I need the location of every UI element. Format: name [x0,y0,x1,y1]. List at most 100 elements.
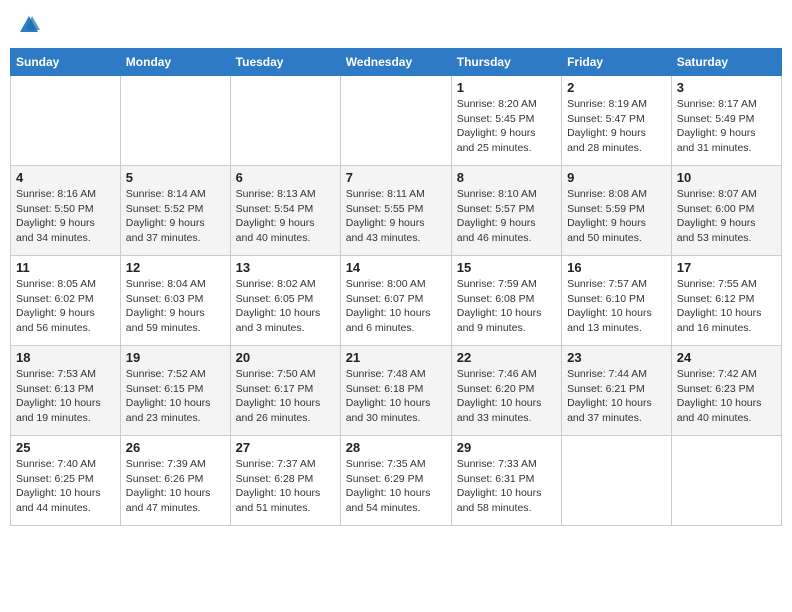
cell-info: Sunrise: 7:42 AM Sunset: 6:23 PM Dayligh… [677,367,776,426]
cell-info: Sunrise: 8:00 AM Sunset: 6:07 PM Dayligh… [346,277,446,336]
calendar-cell: 7 Sunrise: 8:11 AM Sunset: 5:55 PM Daylig… [340,166,451,256]
calendar-cell: 2 Sunrise: 8:19 AM Sunset: 5:47 PM Daylig… [562,76,672,166]
calendar-cell: 11 Sunrise: 8:05 AM Sunset: 6:02 PM Dayli… [11,256,121,346]
calendar-cell [340,76,451,166]
cell-date: 27 [236,440,335,455]
calendar-week-2: 4 Sunrise: 8:16 AM Sunset: 5:50 PM Daylig… [11,166,782,256]
calendar-cell: 23 Sunrise: 7:44 AM Sunset: 6:21 PM Dayli… [562,346,672,436]
cell-date: 4 [16,170,115,185]
calendar-cell: 8 Sunrise: 8:10 AM Sunset: 5:57 PM Daylig… [451,166,561,256]
cell-date: 2 [567,80,666,95]
calendar-cell: 19 Sunrise: 7:52 AM Sunset: 6:15 PM Dayli… [120,346,230,436]
calendar-cell: 4 Sunrise: 8:16 AM Sunset: 5:50 PM Daylig… [11,166,121,256]
cell-info: Sunrise: 7:59 AM Sunset: 6:08 PM Dayligh… [457,277,556,336]
calendar-cell [671,436,781,526]
calendar-cell: 3 Sunrise: 8:17 AM Sunset: 5:49 PM Daylig… [671,76,781,166]
calendar-cell: 26 Sunrise: 7:39 AM Sunset: 6:26 PM Dayli… [120,436,230,526]
cell-info: Sunrise: 8:11 AM Sunset: 5:55 PM Dayligh… [346,187,446,246]
cell-info: Sunrise: 8:14 AM Sunset: 5:52 PM Dayligh… [126,187,225,246]
cell-info: Sunrise: 8:02 AM Sunset: 6:05 PM Dayligh… [236,277,335,336]
column-header-saturday: Saturday [671,49,781,76]
cell-info: Sunrise: 7:55 AM Sunset: 6:12 PM Dayligh… [677,277,776,336]
cell-date: 25 [16,440,115,455]
cell-info: Sunrise: 7:39 AM Sunset: 6:26 PM Dayligh… [126,457,225,516]
cell-date: 16 [567,260,666,275]
calendar-week-5: 25 Sunrise: 7:40 AM Sunset: 6:25 PM Dayli… [11,436,782,526]
cell-info: Sunrise: 7:46 AM Sunset: 6:20 PM Dayligh… [457,367,556,426]
cell-info: Sunrise: 7:33 AM Sunset: 6:31 PM Dayligh… [457,457,556,516]
cell-info: Sunrise: 7:48 AM Sunset: 6:18 PM Dayligh… [346,367,446,426]
cell-info: Sunrise: 8:16 AM Sunset: 5:50 PM Dayligh… [16,187,115,246]
column-header-monday: Monday [120,49,230,76]
calendar-table: SundayMondayTuesdayWednesdayThursdayFrid… [10,48,782,526]
calendar-cell [11,76,121,166]
cell-date: 7 [346,170,446,185]
cell-info: Sunrise: 7:57 AM Sunset: 6:10 PM Dayligh… [567,277,666,336]
calendar-cell: 22 Sunrise: 7:46 AM Sunset: 6:20 PM Dayli… [451,346,561,436]
calendar-week-4: 18 Sunrise: 7:53 AM Sunset: 6:13 PM Dayli… [11,346,782,436]
cell-date: 23 [567,350,666,365]
calendar-cell [120,76,230,166]
cell-info: Sunrise: 8:19 AM Sunset: 5:47 PM Dayligh… [567,97,666,156]
cell-info: Sunrise: 8:20 AM Sunset: 5:45 PM Dayligh… [457,97,556,156]
calendar-cell: 28 Sunrise: 7:35 AM Sunset: 6:29 PM Dayli… [340,436,451,526]
calendar-cell: 6 Sunrise: 8:13 AM Sunset: 5:54 PM Daylig… [230,166,340,256]
cell-date: 3 [677,80,776,95]
cell-info: Sunrise: 8:13 AM Sunset: 5:54 PM Dayligh… [236,187,335,246]
calendar-week-3: 11 Sunrise: 8:05 AM Sunset: 6:02 PM Dayli… [11,256,782,346]
calendar-cell: 21 Sunrise: 7:48 AM Sunset: 6:18 PM Dayli… [340,346,451,436]
calendar-cell: 10Sunrise: 8:07 AM Sunset: 6:00 PM Dayli… [671,166,781,256]
cell-info: Sunrise: 8:05 AM Sunset: 6:02 PM Dayligh… [16,277,115,336]
cell-date: 24 [677,350,776,365]
calendar-cell: 25 Sunrise: 7:40 AM Sunset: 6:25 PM Dayli… [11,436,121,526]
calendar-cell: 15 Sunrise: 7:59 AM Sunset: 6:08 PM Dayli… [451,256,561,346]
cell-date: 6 [236,170,335,185]
calendar-cell: 24 Sunrise: 7:42 AM Sunset: 6:23 PM Dayli… [671,346,781,436]
cell-info: Sunrise: 7:40 AM Sunset: 6:25 PM Dayligh… [16,457,115,516]
calendar-cell [562,436,672,526]
cell-date: 22 [457,350,556,365]
calendar-cell: 13 Sunrise: 8:02 AM Sunset: 6:05 PM Dayli… [230,256,340,346]
calendar-cell: 14 Sunrise: 8:00 AM Sunset: 6:07 PM Dayli… [340,256,451,346]
cell-date: 29 [457,440,556,455]
cell-info: Sunrise: 8:04 AM Sunset: 6:03 PM Dayligh… [126,277,225,336]
cell-date: 13 [236,260,335,275]
calendar-cell: 18 Sunrise: 7:53 AM Sunset: 6:13 PM Dayli… [11,346,121,436]
calendar-cell: 20Sunrise: 7:50 AM Sunset: 6:17 PM Dayli… [230,346,340,436]
calendar-cell: 16 Sunrise: 7:57 AM Sunset: 6:10 PM Dayli… [562,256,672,346]
cell-info: Sunrise: 7:53 AM Sunset: 6:13 PM Dayligh… [16,367,115,426]
cell-date: 19 [126,350,225,365]
column-header-sunday: Sunday [11,49,121,76]
calendar-cell: 5 Sunrise: 8:14 AM Sunset: 5:52 PM Daylig… [120,166,230,256]
logo-icon [18,14,40,36]
cell-date: 1 [457,80,556,95]
cell-date: 5 [126,170,225,185]
cell-date: 26 [126,440,225,455]
cell-date: 28 [346,440,446,455]
cell-date: 9 [567,170,666,185]
cell-info: Sunrise: 7:37 AM Sunset: 6:28 PM Dayligh… [236,457,335,516]
cell-info: Sunrise: 7:35 AM Sunset: 6:29 PM Dayligh… [346,457,446,516]
column-header-tuesday: Tuesday [230,49,340,76]
cell-date: 15 [457,260,556,275]
calendar-cell: 17 Sunrise: 7:55 AM Sunset: 6:12 PM Dayli… [671,256,781,346]
cell-info: Sunrise: 8:08 AM Sunset: 5:59 PM Dayligh… [567,187,666,246]
cell-date: 20 [236,350,335,365]
calendar-cell: 1 Sunrise: 8:20 AM Sunset: 5:45 PM Daylig… [451,76,561,166]
calendar-cell: 12 Sunrise: 8:04 AM Sunset: 6:03 PM Dayli… [120,256,230,346]
cell-info: Sunrise: 7:44 AM Sunset: 6:21 PM Dayligh… [567,367,666,426]
calendar-header-row: SundayMondayTuesdayWednesdayThursdayFrid… [11,49,782,76]
cell-date: 8 [457,170,556,185]
cell-info: Sunrise: 7:52 AM Sunset: 6:15 PM Dayligh… [126,367,225,426]
cell-date: 21 [346,350,446,365]
cell-date: 14 [346,260,446,275]
cell-date: 12 [126,260,225,275]
column-header-wednesday: Wednesday [340,49,451,76]
cell-date: 11 [16,260,115,275]
cell-date: 17 [677,260,776,275]
page-header [10,10,782,40]
cell-date: 18 [16,350,115,365]
column-header-friday: Friday [562,49,672,76]
cell-info: Sunrise: 8:10 AM Sunset: 5:57 PM Dayligh… [457,187,556,246]
cell-info: Sunrise: 8:17 AM Sunset: 5:49 PM Dayligh… [677,97,776,156]
